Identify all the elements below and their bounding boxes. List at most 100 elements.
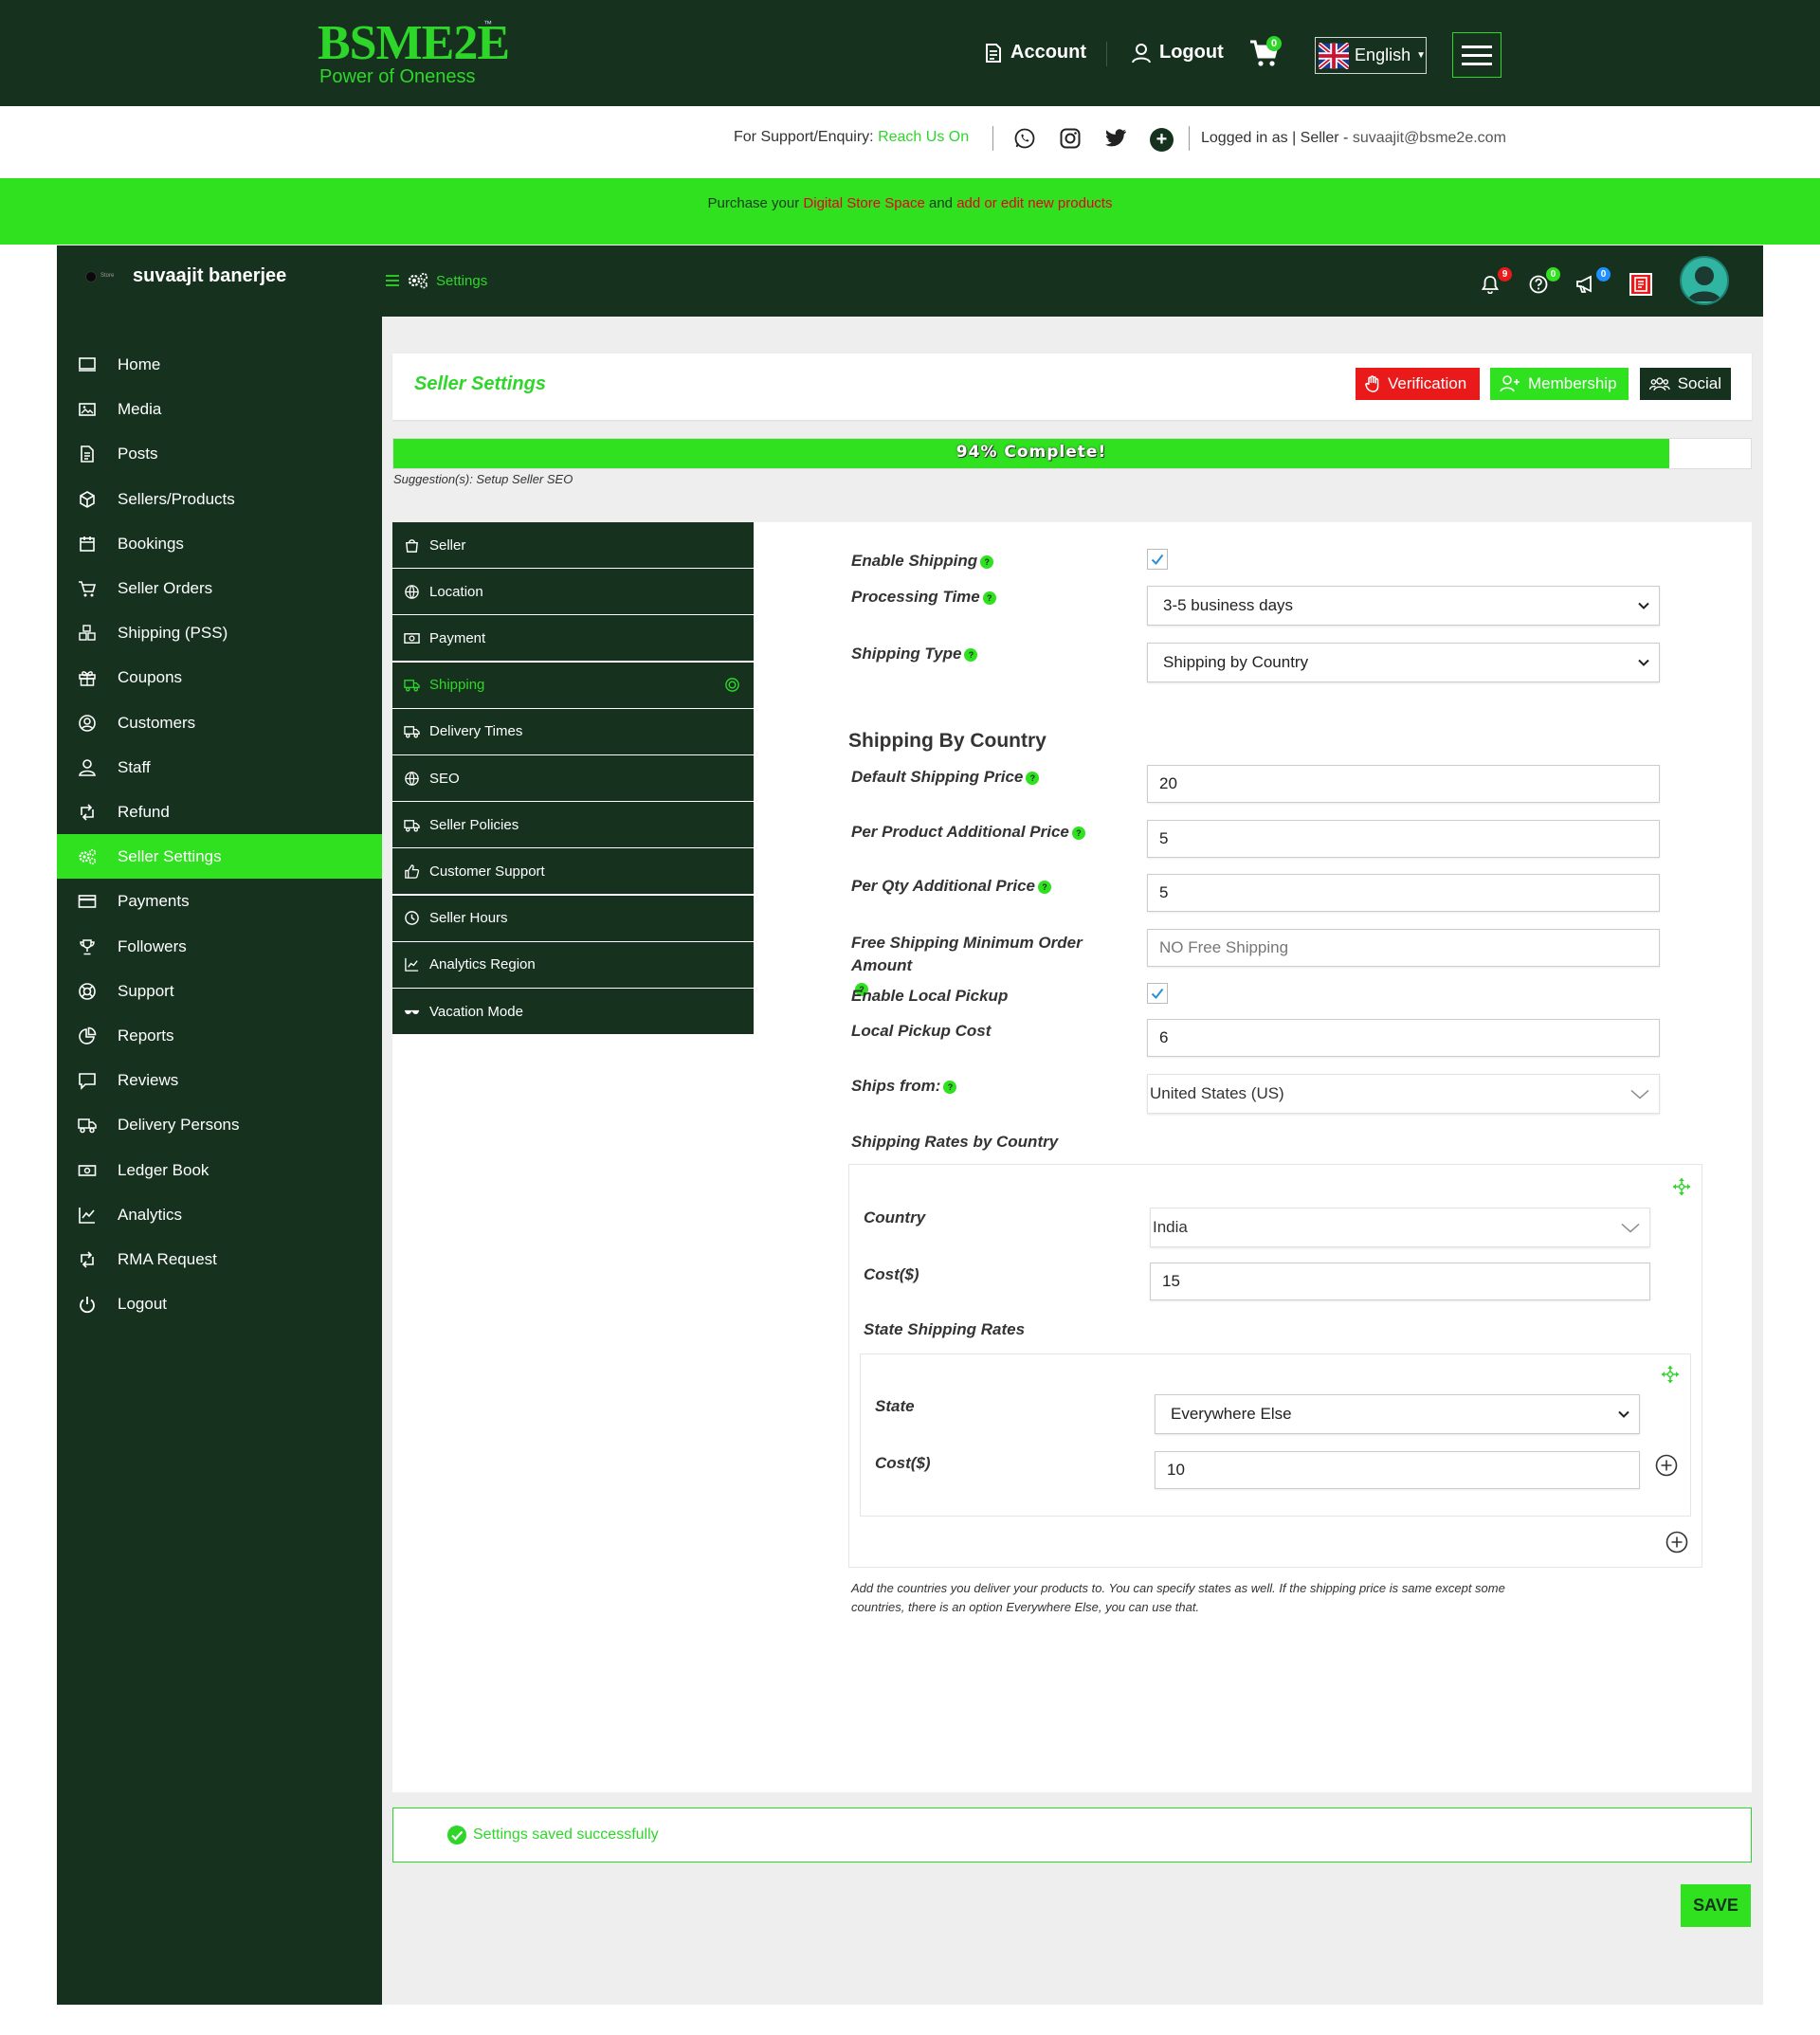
check-icon (1151, 554, 1164, 565)
free-shipping-min-input[interactable]: NO Free Shipping (1147, 929, 1660, 967)
whatsapp-icon[interactable] (1013, 127, 1036, 150)
sidebar-item-label: Posts (118, 444, 158, 463)
chevron-down-icon (1621, 1223, 1640, 1233)
info-icon[interactable]: ? (1026, 771, 1040, 785)
sidebar-item-seller-settings[interactable]: Seller Settings (57, 834, 382, 879)
processing-time-select[interactable]: 3-5 business days (1147, 586, 1660, 626)
shipping-type-select[interactable]: Shipping by Country (1147, 643, 1660, 682)
store-logo[interactable] (85, 271, 97, 282)
language-select[interactable]: English ▼ (1315, 37, 1427, 74)
tab-payment[interactable]: Payment (392, 615, 754, 662)
menu-lines-icon[interactable] (385, 274, 400, 287)
avatar[interactable] (1680, 256, 1729, 305)
info-icon[interactable]: ? (980, 554, 994, 569)
tab-seller-policies[interactable]: Seller Policies (392, 802, 754, 848)
add-country-button[interactable] (1665, 1531, 1688, 1554)
ships-from-select[interactable]: United States (US) (1147, 1074, 1660, 1114)
sidebar-item-followers[interactable]: Followers (57, 924, 382, 969)
membership-button[interactable]: Membership (1490, 368, 1629, 400)
account-link[interactable]: Account (984, 42, 1086, 64)
tab-location[interactable]: Location (392, 569, 754, 615)
image-icon (79, 402, 96, 416)
state-cost-input[interactable]: 10 (1155, 1451, 1640, 1489)
sidebar-item-media[interactable]: Media (57, 387, 382, 431)
verification-button[interactable]: Verification (1356, 368, 1480, 400)
sidebar-item-reports[interactable]: Reports (57, 1013, 382, 1058)
tab-label: Shipping (429, 677, 485, 694)
tab-delivery-times[interactable]: Delivery Times (392, 708, 754, 754)
drag-handle-icon[interactable] (1661, 1365, 1680, 1384)
sidebar-item-bookings[interactable]: Bookings (57, 521, 382, 566)
promo-banner: Purchase your Digital Store Space and ad… (0, 178, 1820, 245)
sidebar-item-payments[interactable]: Payments (57, 879, 382, 923)
info-icon[interactable]: ? (964, 647, 978, 662)
bell-icon[interactable] (1482, 275, 1499, 294)
sidebar-item-staff[interactable]: Staff (57, 745, 382, 790)
twitter-icon[interactable] (1104, 129, 1127, 148)
user-icon (79, 758, 96, 776)
tab-shipping[interactable]: Shipping (392, 662, 754, 708)
sidebar-item-customers[interactable]: Customers (57, 700, 382, 745)
social-button[interactable]: Social (1640, 368, 1731, 400)
menu-toggle-button[interactable] (1452, 32, 1502, 78)
info-icon[interactable]: ? (1037, 880, 1051, 894)
brand-logo[interactable]: BSME2E (318, 17, 510, 70)
tab-seller-hours[interactable]: Seller Hours (392, 895, 754, 941)
tab-analytics-region[interactable]: Analytics Region (392, 941, 754, 988)
bullhorn-icon[interactable] (1575, 275, 1596, 294)
account-label: Account (1010, 42, 1086, 63)
per-product-price-input[interactable]: 5 (1147, 820, 1660, 858)
tab-seo[interactable]: SEO (392, 755, 754, 801)
sidebar-item-shipping-pss[interactable]: Shipping (PSS) (57, 610, 382, 655)
sidebar-item-label: Support (118, 981, 174, 1000)
sidebar-item-home[interactable]: Home (57, 342, 382, 387)
state-select[interactable]: Everywhere Else (1155, 1394, 1640, 1434)
default-shipping-price-input[interactable]: 20 (1147, 765, 1660, 803)
more-social-plus-icon[interactable]: + (1150, 128, 1174, 152)
notes-icon[interactable] (1629, 273, 1652, 296)
brand-trademark: ™ (483, 19, 492, 28)
check-circle-icon (447, 1826, 466, 1844)
sidebar-item-refund[interactable]: Refund (57, 790, 382, 834)
add-state-button[interactable] (1655, 1454, 1678, 1477)
add-edit-products-link[interactable]: add or edit new products (956, 195, 1112, 211)
per-qty-price-input[interactable]: 5 (1147, 874, 1660, 912)
sidebar-item-posts[interactable]: Posts (57, 431, 382, 476)
sidebar-item-analytics[interactable]: Analytics (57, 1192, 382, 1237)
save-button[interactable]: SAVE (1681, 1884, 1751, 1927)
info-icon[interactable]: ? (982, 591, 996, 605)
tab-seller[interactable]: Seller (392, 522, 754, 568)
sidebar-item-label: Sellers/Products (118, 489, 235, 508)
sidebar-item-logout[interactable]: Logout (57, 1281, 382, 1326)
local-pickup-checkbox[interactable] (1147, 983, 1168, 1004)
drag-handle-icon[interactable] (1672, 1177, 1691, 1196)
sidebar-item-support[interactable]: Support (57, 969, 382, 1013)
country-cost-input[interactable]: 15 (1150, 1263, 1650, 1300)
help-icon[interactable] (1529, 275, 1548, 294)
instagram-icon[interactable] (1059, 127, 1082, 150)
announcements-badge: 0 (1596, 267, 1611, 282)
sidebar-item-sellers-products[interactable]: Sellers/Products (57, 477, 382, 521)
tab-vacation-mode[interactable]: Vacation Mode (392, 989, 754, 1034)
support-prefix: For Support/Enquiry: (734, 129, 874, 145)
reach-us-link[interactable]: Reach Us On (878, 129, 969, 145)
country-select[interactable]: India (1150, 1208, 1650, 1247)
tab-customer-support[interactable]: Customer Support (392, 848, 754, 895)
sidebar-item-reviews[interactable]: Reviews (57, 1058, 382, 1102)
enable-shipping-checkbox[interactable] (1147, 549, 1168, 570)
sidebar-item-seller-orders[interactable]: Seller Orders (57, 566, 382, 610)
sidebar-item-ledger-book[interactable]: Ledger Book (57, 1148, 382, 1192)
local-pickup-cost-input[interactable]: 6 (1147, 1019, 1660, 1057)
info-icon[interactable]: ? (943, 1080, 957, 1094)
shipping-by-country-heading: Shipping By Country (848, 730, 1046, 752)
logged-in-email: suvaajit@bsme2e.com (1352, 130, 1506, 146)
info-icon[interactable]: ? (1071, 826, 1085, 840)
sidebar-item-rma-request[interactable]: RMA Request (57, 1237, 382, 1281)
digital-store-space-link[interactable]: Digital Store Space (803, 195, 924, 211)
processing-time-value: 3-5 business days (1163, 596, 1294, 614)
logout-link[interactable]: Logout (1131, 42, 1224, 64)
sidebar-item-delivery-persons[interactable]: Delivery Persons (57, 1102, 382, 1147)
store-name[interactable]: suvaajit banerjee (133, 265, 286, 287)
cube-icon (80, 490, 95, 508)
sidebar-item-coupons[interactable]: Coupons (57, 655, 382, 700)
